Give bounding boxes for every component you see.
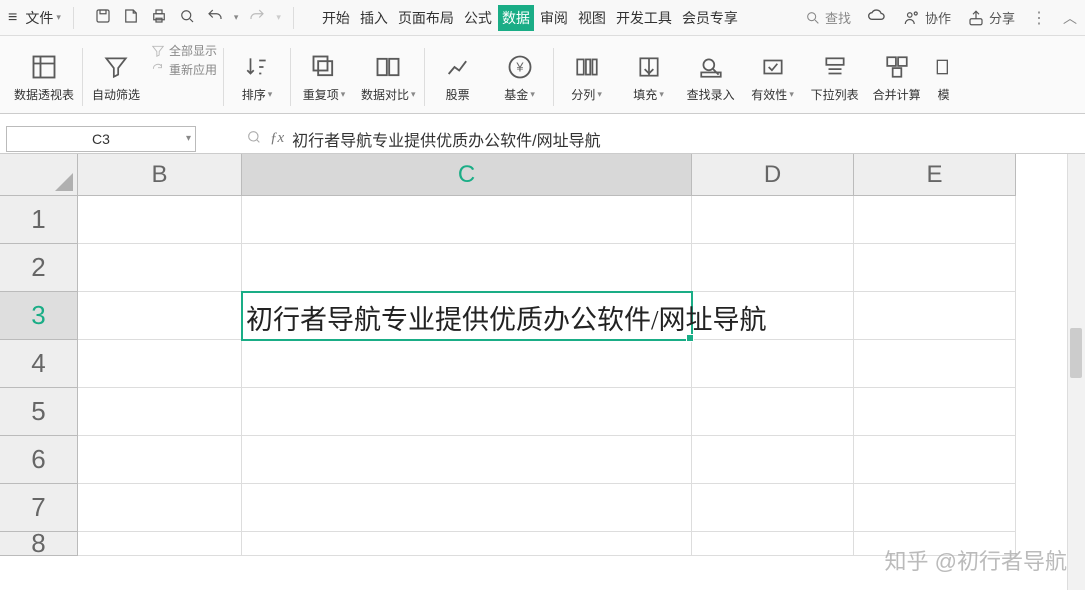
share-button[interactable]: 分享 (967, 8, 1015, 27)
cell-E5[interactable] (854, 388, 1016, 436)
tab-formula[interactable]: 公式 (460, 5, 496, 31)
cell-C2[interactable] (242, 244, 692, 292)
ribbon-tabs: 开始 插入 页面布局 公式 数据 审阅 视图 开发工具 会员专享 (318, 5, 742, 31)
search-box[interactable]: 查找 (805, 8, 851, 27)
scrollbar-thumb[interactable] (1070, 328, 1082, 378)
cell-B2[interactable] (78, 244, 242, 292)
tab-insert[interactable]: 插入 (356, 5, 392, 31)
cell-B6[interactable] (78, 436, 242, 484)
name-box[interactable]: C3▾ (6, 126, 196, 152)
find-enter-button[interactable]: 查找录入 (680, 42, 742, 112)
row-header-6[interactable]: 6 (0, 436, 78, 484)
cell-D8[interactable] (692, 532, 854, 556)
cloud-sync-icon[interactable] (867, 6, 887, 29)
pivot-table-button[interactable]: 数据透视表 (8, 42, 80, 112)
sort-button[interactable]: 排序▾ (226, 42, 288, 112)
tab-member[interactable]: 会员专享 (678, 5, 742, 31)
show-all-button[interactable]: 全部显示 (151, 42, 217, 59)
print-preview-icon[interactable] (122, 7, 140, 28)
vertical-scrollbar[interactable] (1067, 154, 1085, 590)
tab-data[interactable]: 数据 (498, 5, 534, 31)
cell-C6[interactable] (242, 436, 692, 484)
row-header-4[interactable]: 4 (0, 340, 78, 388)
formula-bar: C3▾ ƒx 初行者导航专业提供优质办公软件/网址导航 (0, 124, 1085, 154)
validity-button[interactable]: 有效性▾ (742, 42, 804, 112)
row-header-7[interactable]: 7 (0, 484, 78, 532)
col-header-D[interactable]: D (692, 154, 854, 196)
cell-C1[interactable] (242, 196, 692, 244)
cell-content: 初行者导航专业提供优质办公软件/网址导航 (246, 298, 767, 337)
cell-D1[interactable] (692, 196, 854, 244)
file-menu[interactable]: 文件▾ (25, 8, 61, 28)
cell-C7[interactable] (242, 484, 692, 532)
cell-C5[interactable] (242, 388, 692, 436)
collab-button[interactable]: 协作 (903, 8, 951, 27)
cell-B3[interactable] (78, 292, 242, 340)
consolidate-button[interactable]: 合并计算 (866, 42, 928, 112)
redo-dropdown[interactable]: ▾ (276, 12, 281, 23)
cell-C3[interactable]: 初行者导航专业提供优质办公软件/网址导航 (242, 292, 692, 340)
cell-E4[interactable] (854, 340, 1016, 388)
cancel-icon[interactable] (246, 129, 262, 148)
tab-view[interactable]: 视图 (574, 5, 610, 31)
collapse-ribbon-icon[interactable]: ︿ (1063, 8, 1077, 28)
redo-icon[interactable] (248, 7, 266, 28)
cell-D4[interactable] (692, 340, 854, 388)
cell-E7[interactable] (854, 484, 1016, 532)
preview-icon[interactable] (178, 7, 196, 28)
cell-B5[interactable] (78, 388, 242, 436)
menu-bar: ≡ 文件▾ ▾ ▾ 开始 插入 页面布局 公式 数据 审阅 视图 开发工具 会员… (0, 0, 1085, 36)
more-icon[interactable]: ⋮ (1031, 8, 1047, 28)
cell-E6[interactable] (854, 436, 1016, 484)
row-header-3[interactable]: 3 (0, 292, 78, 340)
save-icon[interactable] (94, 7, 112, 28)
svg-text:¥: ¥ (515, 59, 524, 74)
select-all-corner[interactable] (0, 154, 78, 196)
split-button[interactable]: 分列▾ (556, 42, 618, 112)
dedupe-button[interactable]: 重复项▾ (293, 42, 355, 112)
compare-button[interactable]: 数据对比▾ (355, 42, 422, 112)
undo-icon[interactable] (206, 7, 224, 28)
cell-B7[interactable] (78, 484, 242, 532)
fx-icon[interactable]: ƒx (270, 130, 284, 147)
cell-B1[interactable] (78, 196, 242, 244)
cell-D6[interactable] (692, 436, 854, 484)
row-header-2[interactable]: 2 (0, 244, 78, 292)
ribbon: 数据透视表 自动筛选 全部显示 重新应用 排序▾ 重复项▾ 数据对比▾ 股票 ¥… (0, 36, 1085, 114)
tab-page-layout[interactable]: 页面布局 (394, 5, 458, 31)
spreadsheet-grid: BCDE 12345678 初行者导航专业提供优质办公软件/网址导航 (0, 154, 1085, 590)
cell-D5[interactable] (692, 388, 854, 436)
fund-button[interactable]: ¥ 基金▾ (489, 42, 551, 112)
print-icon[interactable] (150, 7, 168, 28)
row-header-5[interactable]: 5 (0, 388, 78, 436)
cell-D7[interactable] (692, 484, 854, 532)
fill-button[interactable]: 填充▾ (618, 42, 680, 112)
more-button[interactable]: 模 (928, 42, 960, 112)
row-header-1[interactable]: 1 (0, 196, 78, 244)
cell-E1[interactable] (854, 196, 1016, 244)
dropdown-list-button[interactable]: 下拉列表 (804, 42, 866, 112)
cell-E8[interactable] (854, 532, 1016, 556)
cell-E3[interactable] (854, 292, 1016, 340)
reapply-button[interactable]: 重新应用 (151, 61, 217, 78)
auto-filter-button[interactable]: 自动筛选 (85, 42, 147, 112)
formula-input[interactable]: 初行者导航专业提供优质办公软件/网址导航 (292, 127, 600, 151)
cell-D2[interactable] (692, 244, 854, 292)
tab-dev-tools[interactable]: 开发工具 (612, 5, 676, 31)
cell-E2[interactable] (854, 244, 1016, 292)
cell-C4[interactable] (242, 340, 692, 388)
hamburger-icon[interactable]: ≡ (8, 9, 17, 27)
stock-button[interactable]: 股票 (427, 42, 489, 112)
col-header-C[interactable]: C (242, 154, 692, 196)
col-header-B[interactable]: B (78, 154, 242, 196)
tab-start[interactable]: 开始 (318, 5, 354, 31)
tab-review[interactable]: 审阅 (536, 5, 572, 31)
row-header-8[interactable]: 8 (0, 532, 78, 556)
undo-dropdown[interactable]: ▾ (234, 12, 239, 23)
cell-B4[interactable] (78, 340, 242, 388)
cell-C8[interactable] (242, 532, 692, 556)
cell-B8[interactable] (78, 532, 242, 556)
col-header-E[interactable]: E (854, 154, 1016, 196)
